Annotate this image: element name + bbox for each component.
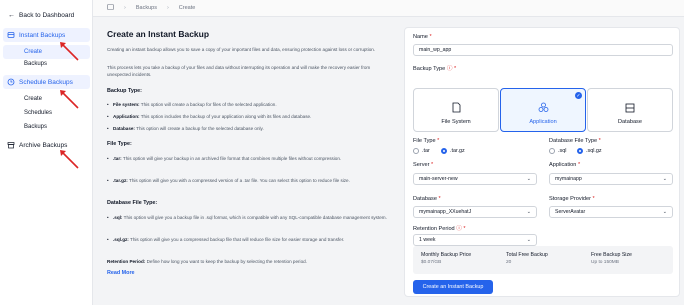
annotation-arrow-1 xyxy=(60,42,79,61)
db-file-type-label: Database File Type * xyxy=(549,138,601,144)
annotation-arrow-2 xyxy=(60,90,79,109)
summary-total-free: Total Free Backup 20 xyxy=(506,252,548,265)
backup-type-database[interactable]: Database xyxy=(587,88,673,132)
file-type-label: File Type * xyxy=(413,138,440,144)
annotation-arrow-3 xyxy=(60,150,79,169)
backup-type-heading: Backup Type: xyxy=(107,88,142,94)
backup-type-file-system[interactable]: File System xyxy=(413,88,499,132)
db-file-type-sql[interactable]: .sql xyxy=(549,148,566,154)
list-item: File system: This option will create a b… xyxy=(107,101,393,108)
file-type-tar[interactable]: .tar xyxy=(413,148,430,154)
server-select[interactable]: main-server-new ⌄ xyxy=(413,173,537,185)
home-icon[interactable] xyxy=(107,4,114,12)
application-icon xyxy=(538,102,549,115)
breadcrumb-separator-icon: › xyxy=(124,5,126,11)
chevron-down-icon: ⌄ xyxy=(526,209,531,215)
main-content: Create an Instant Backup Creating an ins… xyxy=(93,17,684,305)
back-to-dashboard-link[interactable]: ← Back to Dashboard xyxy=(8,12,74,19)
sidebar-subitem-instant-backups[interactable]: Backups xyxy=(24,61,47,67)
sidebar-item-schedule-backups[interactable]: Schedule Backups xyxy=(3,75,90,89)
application-select[interactable]: mymainapp ⌄ xyxy=(549,173,673,185)
back-label: Back to Dashboard xyxy=(19,12,75,19)
sidebar-subitem-schedule-backups[interactable]: Backups xyxy=(24,124,47,130)
list-item: Database: This option will create a back… xyxy=(107,125,393,132)
sidebar-subitem-schedules[interactable]: Schedules xyxy=(24,110,52,116)
list-item: .sql: This option will give you a backup… xyxy=(107,214,393,221)
db-file-type-heading: Database File Type: xyxy=(107,200,158,206)
clock-icon xyxy=(7,78,15,86)
instant-backups-label: Instant Backups xyxy=(19,31,66,39)
backup-type-application[interactable]: ✓ Application xyxy=(500,88,586,132)
database-icon xyxy=(625,103,635,115)
file-icon xyxy=(452,102,461,115)
file-type-heading: File Type: xyxy=(107,141,132,147)
intro-paragraph-1: Creating an instant backup allows you to… xyxy=(107,47,376,52)
sidebar-subitem-instant-create[interactable]: Create xyxy=(24,49,42,55)
retention-period-label: Retention Period ⓘ * xyxy=(413,226,466,232)
db-file-type-sql-gz[interactable]: .sql.gz xyxy=(577,148,602,154)
chevron-down-icon: ⌄ xyxy=(526,176,531,182)
chevron-down-icon: ⌄ xyxy=(526,237,531,243)
database-select[interactable]: mymainapp_XXuehatJ ⌄ xyxy=(413,206,537,218)
chevron-down-icon: ⌄ xyxy=(662,209,667,215)
file-type-tar-gz[interactable]: .tar.gz xyxy=(441,148,465,154)
name-input[interactable]: main_wp_app xyxy=(413,44,673,56)
schedule-backups-label: Schedule Backups xyxy=(19,78,73,86)
list-item: .tar: This option will give your backup … xyxy=(107,155,393,162)
list-item: .tar.gz: This option will give you with … xyxy=(107,177,393,184)
archive-icon xyxy=(7,141,15,149)
info-icon: ⓘ xyxy=(456,226,462,232)
info-icon: ⓘ xyxy=(446,66,453,72)
storage-provider-label: Storage Provider * xyxy=(549,196,595,202)
list-item: .sql.gz: This option will give you a com… xyxy=(107,236,393,243)
storage-provider-select[interactable]: ServerAvatar ⌄ xyxy=(549,206,673,218)
pricing-summary: Monthly Backup Price $0.07/GB Total Free … xyxy=(413,246,673,274)
server-label: Server * xyxy=(413,162,434,168)
name-label: Name * xyxy=(413,34,432,40)
check-icon: ✓ xyxy=(575,92,582,99)
breadcrumb-separator-icon: › xyxy=(166,5,169,11)
read-more-link[interactable]: Read More xyxy=(107,270,135,276)
retention-period-select[interactable]: 1 week ⌄ xyxy=(413,234,537,246)
page-title: Create an Instant Backup xyxy=(107,29,210,39)
list-item: Application: This option includes the ba… xyxy=(107,113,393,120)
summary-free-size: Free Backup Size Up to 150MB xyxy=(591,252,632,265)
chevron-down-icon: ⌄ xyxy=(662,176,667,182)
application-label: Application * xyxy=(549,162,581,168)
breadcrumb-backups[interactable]: Backups xyxy=(136,5,157,11)
backup-type-label: Backup Type ⓘ * xyxy=(413,66,457,72)
sidebar: ← Back to Dashboard Instant Backups Crea… xyxy=(0,0,93,305)
backup-form: Name * main_wp_app Backup Type ⓘ * File … xyxy=(404,27,680,297)
retention-info: Retention Period: Define how long you wa… xyxy=(107,259,307,264)
backup-icon xyxy=(7,31,15,39)
intro-paragraph-2: This process lets you take a backup of y… xyxy=(107,65,371,78)
arrow-left-icon: ← xyxy=(8,12,15,19)
sidebar-subitem-schedule-create[interactable]: Create xyxy=(24,96,42,102)
breadcrumb: › Backups › Create xyxy=(93,0,684,17)
breadcrumb-create: Create xyxy=(178,5,196,11)
summary-monthly-price: Monthly Backup Price $0.07/GB xyxy=(421,252,472,265)
database-label: Database * xyxy=(413,196,441,202)
create-instant-backup-button[interactable]: Create an Instant Backup xyxy=(413,280,493,294)
